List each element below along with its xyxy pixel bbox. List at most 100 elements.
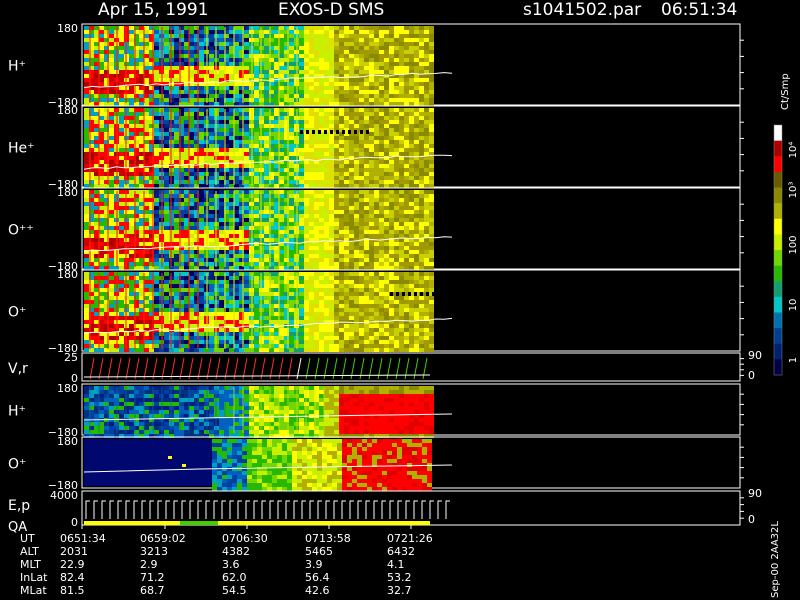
data-gap-mark [336,130,339,134]
y-tick-top-o-plus-2: 180 [57,435,78,448]
footer-value: 0651:34 [60,532,106,545]
data-gap-mark [300,130,303,134]
data-gap-mark [456,292,459,296]
panel-label-o-plus-plus: O⁺⁺ [8,223,34,239]
footer-value: 6432 [387,545,415,558]
spectrogram-figure: 180−180H⁺180−180He⁺180−180O⁺⁺180−180O⁺25… [8,22,799,535]
colorbar-segment [774,265,782,282]
panel-label-o-plus-1: O⁺ [8,305,26,321]
heatmap-o-plus-2 [83,439,453,491]
right-tick-top-ep-qa: 90 [748,487,762,500]
heatmap-h-plus-1 [83,26,453,106]
footer-value: 42.6 [305,584,330,597]
colorbar-tick-4: 1 [788,357,799,363]
footer-value: 82.4 [60,571,85,584]
side-text: Sep-00 2AA32L [770,521,781,598]
data-gap-mark [402,292,405,296]
footer-value: 71.2 [140,571,165,584]
footer-row-mlt: MLT 22.9 2.9 3.6 3.9 4.1 [0,558,760,571]
footer-value: 4382 [222,545,250,558]
footer-value: 53.2 [387,571,412,584]
right-tick-bottom-vr: 0 [748,369,755,382]
footer-value: 0706:30 [222,532,268,545]
data-gap-mark [414,292,417,296]
colorbar-segment [774,359,782,376]
data-gap-mark [408,292,411,296]
footer-label: MLat [20,584,47,597]
colorbar-segment [774,296,782,313]
panel-label-h-plus-2: H⁺ [8,404,26,420]
footer-value: 4.1 [387,558,405,571]
footer-row-ut: UT 0651:34 0659:02 0706:30 0713:58 0721:26 [0,532,760,545]
colorbar-segment [774,281,782,298]
right-tick-bottom-ep-qa: 0 [748,513,755,526]
colorbar-segment [774,234,782,251]
data-gap-mark [420,292,423,296]
footer-value: 81.5 [60,584,85,597]
footer-row-inlat: InLat 82.4 71.2 62.0 56.4 53.2 [0,571,760,584]
qa-bar [218,521,430,525]
data-gap-mark [444,292,447,296]
lineplot-vr [83,357,431,380]
data-gap-mark [438,292,441,296]
data-gap-mark [390,292,393,296]
colorbar-segment [774,328,782,345]
footer-value: 3.9 [305,558,323,571]
colorbar-segment [774,125,782,142]
footer-value: 3213 [140,545,168,558]
qa-bar [180,521,218,525]
footer-label: ALT [20,545,39,558]
footer-value: 2031 [60,545,88,558]
y-tick-top-he-plus: 180 [57,104,78,117]
colorbar-segment [774,218,782,235]
colorbar-segment [774,187,782,204]
colorbar-tick-0: 10⁴ [788,142,799,159]
footer-value: 0713:58 [305,532,351,545]
footer-value: 56.4 [305,571,330,584]
colorbar-segment [774,171,782,188]
colorbar-segment [774,203,782,220]
footer-value: 0659:02 [140,532,186,545]
data-gap-mark [354,130,357,134]
lineplot-ep-qa [84,500,450,525]
y-tick-top-h-plus-1: 180 [57,22,78,35]
y-tick-top-h-plus-2: 180 [57,382,78,395]
colorbar-segment [774,156,782,173]
footer-label: MLT [20,558,41,571]
colorbar-segment [774,312,782,329]
panel-label-he-plus: He⁺ [8,141,35,157]
panel-label-ep-qa: E,p [8,498,30,514]
footer-value: 0721:26 [387,532,433,545]
footer-value: 32.7 [387,584,412,597]
footer-value: 2.9 [140,558,158,571]
data-gap-mark [318,130,321,134]
colorbar-segment [774,343,782,360]
data-gap-mark [360,130,363,134]
data-gap-mark [330,130,333,134]
data-gap-mark [312,130,315,134]
colorbar-tick-2: 100 [788,235,799,254]
data-gap-mark [450,292,453,296]
footer-row-mlat: MLat 81.5 68.7 54.5 42.6 32.7 [0,584,760,597]
data-gap-mark [396,292,399,296]
y-tick-top-vr: 25 [64,351,78,364]
colorbar-tick-3: 10 [788,299,799,312]
y-tick-top-o-plus-1: 180 [57,268,78,281]
footer-value: 62.0 [222,571,247,584]
footer-label: UT [20,532,35,545]
colorbar-segment [774,140,782,157]
footer-value: 3.6 [222,558,240,571]
y-tick-bottom-ep-qa: 0 [71,516,78,529]
heatmap-he-plus [83,108,453,188]
right-tick-top-vr: 90 [748,349,762,362]
data-gap-mark [324,130,327,134]
panel-label-h-plus-1: H⁺ [8,59,26,75]
colorbar-tick-1: 10³ [788,182,799,199]
qa-bar [84,521,180,525]
data-gap-mark [366,130,369,134]
y-tick-top-ep-qa: 4000 [50,489,78,502]
data-gap-mark [432,292,435,296]
footer-value: 54.5 [222,584,247,597]
footer-value: 5465 [305,545,333,558]
panel-label-o-plus-2: O⁺ [8,457,26,473]
